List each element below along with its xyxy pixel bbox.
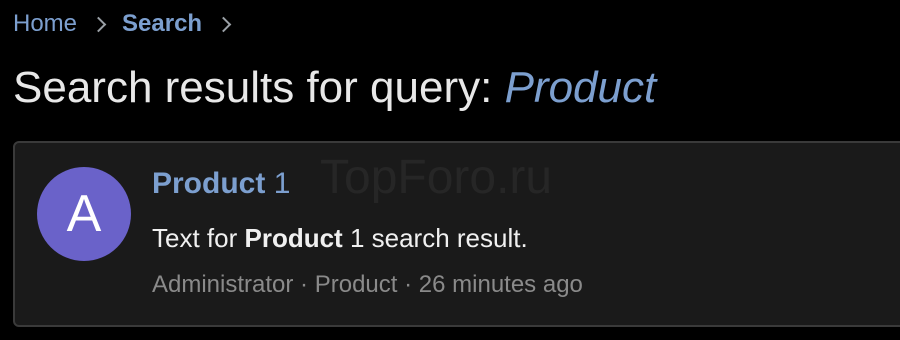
result-meta: Administrator · Product · 26 minutes ago bbox=[152, 271, 583, 299]
search-results-page: Home Search Search results for query: Pr… bbox=[0, 0, 900, 340]
snippet-highlight: Product bbox=[244, 223, 343, 253]
result-author[interactable]: Administrator bbox=[152, 271, 293, 298]
snippet-after: 1 search result. bbox=[349, 223, 528, 253]
chevron-right-icon bbox=[90, 16, 107, 32]
meta-separator: · bbox=[300, 271, 309, 298]
search-result-item: A Product 1 Text for Product 1 search re… bbox=[13, 141, 900, 327]
result-category[interactable]: Product bbox=[315, 271, 398, 298]
avatar-letter: A bbox=[66, 185, 102, 243]
meta-separator: · bbox=[404, 271, 413, 298]
search-query: Product bbox=[504, 63, 657, 112]
breadcrumb-search-link[interactable]: Search bbox=[122, 10, 202, 38]
result-title-link[interactable]: Product 1 bbox=[152, 167, 290, 201]
page-title: Search results for query: Product bbox=[13, 60, 656, 116]
result-title-highlight: Product bbox=[152, 167, 266, 200]
breadcrumb-home-link[interactable]: Home bbox=[13, 10, 77, 38]
chevron-right-icon bbox=[215, 16, 232, 32]
snippet-before: Text for bbox=[152, 223, 238, 253]
page-title-prefix: Search results for query: bbox=[13, 63, 493, 112]
breadcrumb: Home Search bbox=[13, 8, 232, 40]
result-snippet: Text for Product 1 search result. bbox=[152, 223, 528, 254]
result-time: 26 minutes ago bbox=[418, 271, 583, 298]
avatar[interactable]: A bbox=[37, 167, 131, 261]
result-title-rest: 1 bbox=[273, 167, 291, 200]
